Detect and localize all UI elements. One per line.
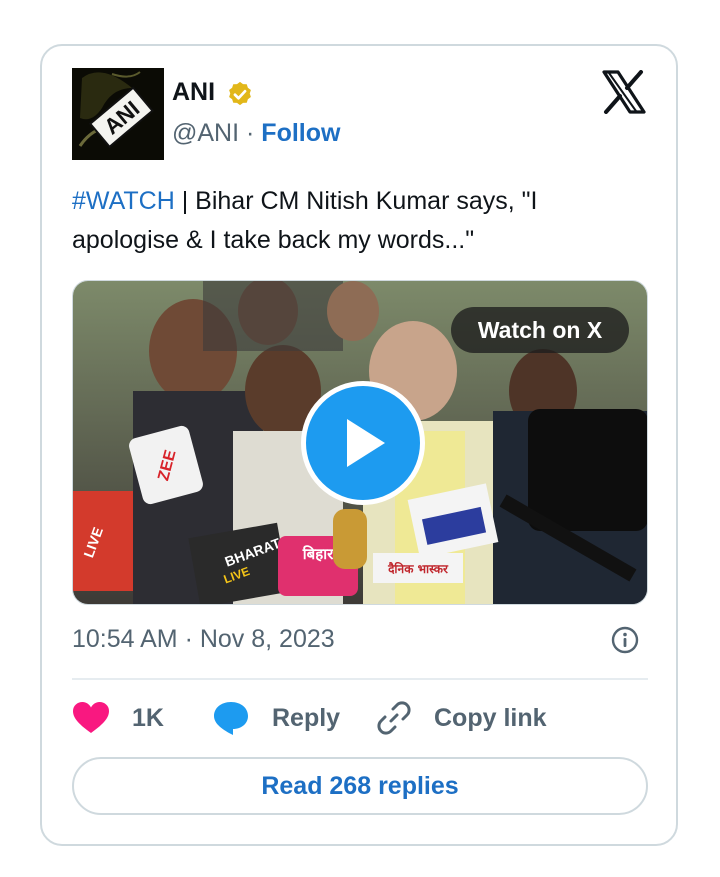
mic-label-dainik: दैनिक भास्कर (387, 562, 449, 576)
link-icon (377, 701, 411, 735)
avatar[interactable]: ANI (72, 68, 164, 160)
timestamp[interactable]: 10:54 AM · Nov 8, 2023 (72, 625, 335, 654)
tweet-text: #WATCH | Bihar CM Nitish Kumar says, "I … (72, 182, 642, 260)
x-logo-icon[interactable] (600, 70, 648, 114)
like-button[interactable]: 1K (72, 698, 164, 738)
handle-row: @ANI · Follow (172, 119, 340, 148)
copy-link-label: Copy link (434, 703, 547, 732)
heart-icon (73, 702, 109, 733)
read-replies-button[interactable]: Read 268 replies (72, 757, 648, 815)
watch-on-x-button[interactable]: Watch on X (451, 307, 629, 353)
follow-button[interactable]: Follow (261, 119, 340, 147)
play-icon (347, 419, 385, 467)
divider (72, 678, 648, 680)
reply-button[interactable]: Reply (212, 698, 340, 738)
video-thumbnail[interactable]: ZEE LIVE BHARAT LIVE बिहार दैनिक भास्कर … (72, 280, 648, 605)
separator: · (246, 119, 255, 147)
info-icon[interactable] (611, 626, 639, 654)
copy-link-button[interactable]: Copy link (376, 698, 547, 738)
hashtag-link[interactable]: #WATCH (72, 187, 175, 215)
handle[interactable]: @ANI (172, 119, 239, 147)
reply-bubble-icon (214, 702, 248, 735)
like-count: 1K (132, 703, 164, 732)
reply-label: Reply (272, 703, 341, 732)
play-button[interactable] (301, 381, 425, 505)
display-name[interactable]: ANI (172, 78, 215, 107)
verified-badge-icon (229, 81, 251, 106)
mic-label-bihar: बिहार (302, 545, 334, 563)
